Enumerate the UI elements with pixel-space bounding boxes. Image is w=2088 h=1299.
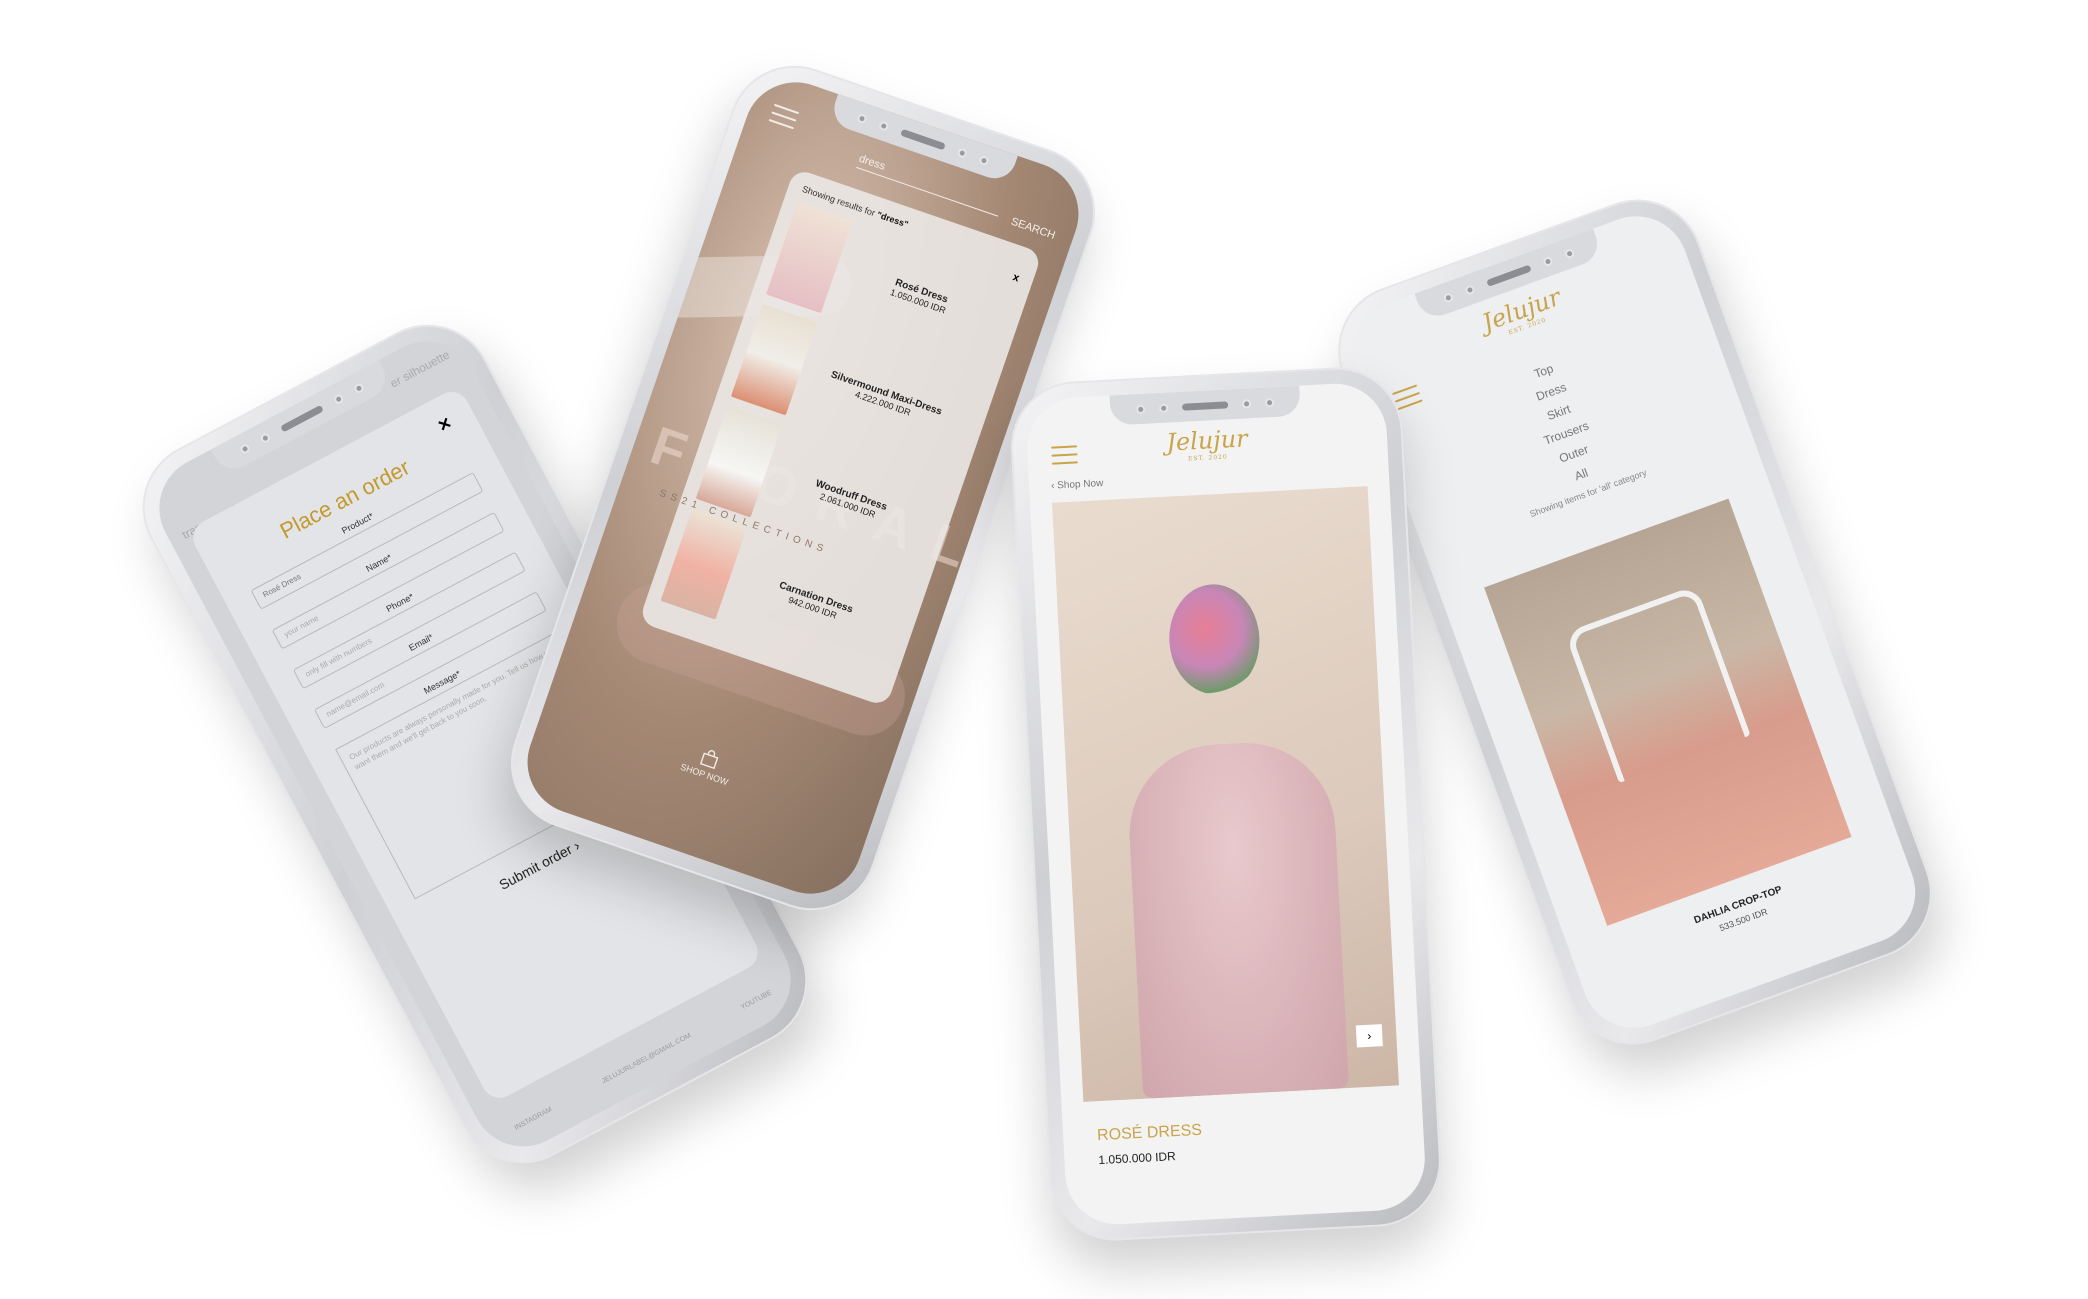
dress-photo [1124,738,1350,1099]
next-image-button[interactable]: › [1355,1024,1383,1048]
product-image[interactable] [1484,498,1852,926]
phone-notch [1109,385,1301,426]
instagram-link[interactable]: INSTAGRAM [514,1106,554,1131]
product-price: 1.050.000 IDR [1098,1149,1177,1168]
search-button[interactable]: SEARCH [1009,216,1056,242]
background-text: er silhouette [387,347,452,391]
catalog-screen: Jelujur EST. 2020 Top Dress Skirt Trouser… [1340,201,1930,1043]
result-name: Woodruff Dress [814,477,889,513]
product-image: › [1051,486,1399,1102]
shop-now-button[interactable]: SHOP NOW [679,741,737,787]
phone-product-detail: Jelujur EST. 2020 ‹ Shop Now › ROSÉ DRESS… [1007,364,1445,1244]
product-title: ROSÉ DRESS [1096,1121,1203,1145]
search-screen: FLORAL SS21 COLLECTIONS dress SEARCH Sho… [513,68,1093,908]
result-name: Silvermound Maxi-Dress [829,368,944,418]
result-name: Rosé Dress [893,276,950,306]
product-screen: Jelujur EST. 2020 ‹ Shop Now › ROSÉ DRESS… [1024,381,1428,1227]
menu-icon[interactable] [1051,445,1078,465]
phone-notch [828,93,1018,185]
menu-icon[interactable] [768,103,800,130]
email-link[interactable]: JELUJURLABEL@GMAIL.COM [601,1032,692,1085]
back-to-shop-link[interactable]: ‹ Shop Now [1051,478,1104,492]
flower-crown-photo [1166,582,1263,697]
youtube-link[interactable]: YOUTUBE [740,989,773,1011]
brand-logo[interactable]: Jelujur EST. 2020 [1166,424,1249,463]
chair-photo [1564,584,1751,784]
result-name: Carnation Dress [777,579,855,616]
